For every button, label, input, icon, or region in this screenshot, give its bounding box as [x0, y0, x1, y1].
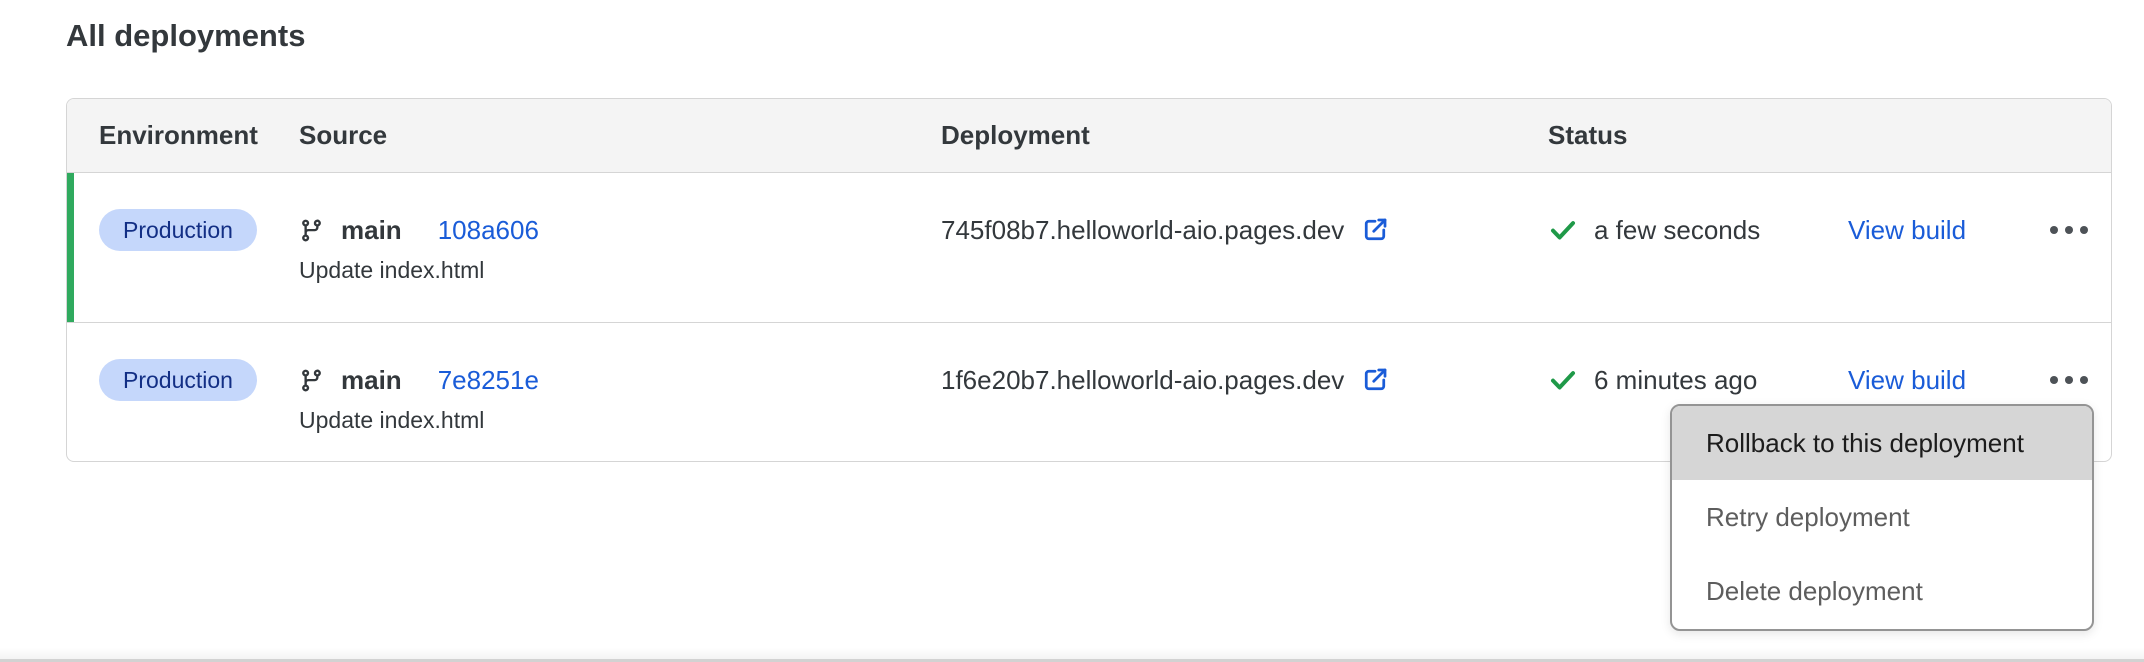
commit-link[interactable]: 108a606 — [438, 215, 539, 246]
column-header-source: Source — [299, 120, 941, 151]
menu-item-delete[interactable]: Delete deployment — [1672, 555, 2092, 629]
git-branch-icon — [299, 368, 324, 393]
ellipsis-icon — [2050, 226, 2058, 234]
page-title: All deployments — [66, 18, 305, 54]
row-actions-menu-button[interactable] — [2048, 370, 2090, 390]
success-check-icon — [1548, 215, 1578, 245]
ellipsis-icon — [2050, 376, 2058, 384]
external-link-icon[interactable] — [1360, 215, 1390, 245]
git-branch-icon — [299, 218, 324, 243]
column-header-status: Status — [1548, 120, 1848, 151]
table-header-row: Environment Source Deployment Status — [67, 99, 2111, 173]
view-build-link[interactable]: View build — [1848, 215, 1966, 246]
branch-name: main — [341, 215, 402, 246]
row-actions-menu-button[interactable] — [2048, 220, 2090, 240]
commit-link[interactable]: 7e8251e — [438, 365, 539, 396]
success-check-icon — [1548, 365, 1578, 395]
commit-message: Update index.html — [299, 257, 941, 284]
commit-message: Update index.html — [299, 407, 941, 434]
section-bottom-divider — [0, 648, 2144, 662]
active-deployment-indicator — [67, 173, 74, 322]
menu-item-rollback[interactable]: Rollback to this deployment — [1672, 406, 2092, 480]
view-build-link[interactable]: View build — [1848, 365, 1966, 396]
column-header-deployment: Deployment — [941, 120, 1548, 151]
table-row: Production main 108a606 Update index.htm… — [67, 173, 2111, 323]
environment-badge: Production — [99, 359, 257, 401]
external-link-icon[interactable] — [1360, 365, 1390, 395]
column-header-environment: Environment — [67, 120, 299, 151]
deployment-url: 745f08b7.helloworld-aio.pages.dev — [941, 215, 1344, 246]
branch-name: main — [341, 365, 402, 396]
menu-item-retry[interactable]: Retry deployment — [1672, 480, 2092, 554]
deployment-actions-menu: Rollback to this deployment Retry deploy… — [1670, 404, 2094, 631]
environment-badge: Production — [99, 209, 257, 251]
status-time: 6 minutes ago — [1594, 365, 1757, 396]
status-time: a few seconds — [1594, 215, 1760, 246]
deployment-url: 1f6e20b7.helloworld-aio.pages.dev — [941, 365, 1344, 396]
